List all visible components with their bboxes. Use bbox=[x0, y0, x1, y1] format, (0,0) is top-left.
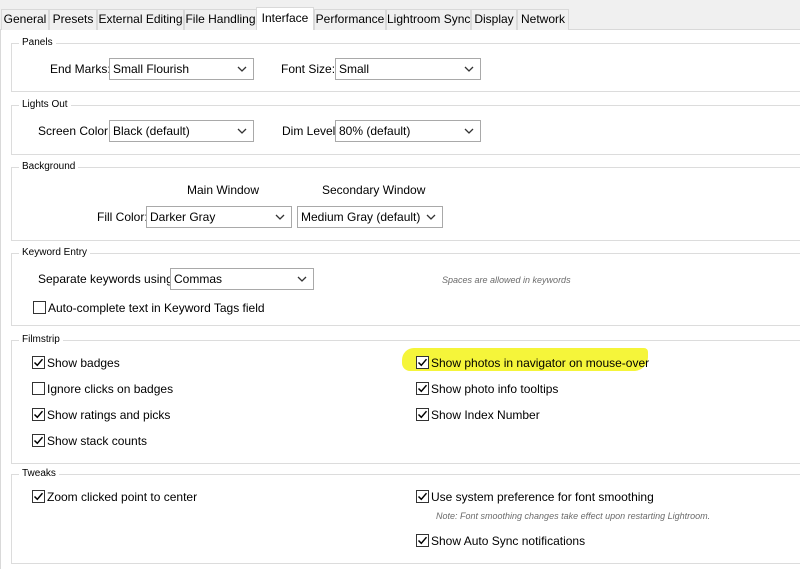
main-window-label: Main Window bbox=[187, 183, 260, 197]
checkmark-icon bbox=[33, 358, 44, 367]
checkmark-icon bbox=[33, 492, 44, 501]
secondary-window-label: Secondary Window bbox=[322, 183, 426, 197]
end-marks-label: End Marks: bbox=[50, 62, 111, 76]
spaces-allowed-hint: Spaces are allowed in keywords bbox=[442, 275, 571, 285]
chevron-down-icon bbox=[275, 214, 285, 220]
show-photos-in-navigator-checkbox[interactable] bbox=[416, 356, 429, 369]
tab-file-handling[interactable]: File Handling bbox=[184, 9, 257, 30]
checkmark-icon bbox=[417, 536, 428, 545]
keyword-entry-group: Keyword Entry Separate keywords using: C… bbox=[11, 246, 800, 326]
autocomplete-keyword-tags-label: Auto-complete text in Keyword Tags field bbox=[48, 301, 265, 315]
lights-out-group-title: Lights Out bbox=[19, 98, 71, 112]
tab-performance[interactable]: Performance bbox=[314, 9, 386, 30]
tab-general[interactable]: General bbox=[1, 9, 49, 30]
show-photo-info-tooltips-label: Show photo info tooltips bbox=[431, 382, 559, 396]
show-index-number-checkbox[interactable] bbox=[416, 408, 429, 421]
auto-sync-notifications-checkbox[interactable] bbox=[416, 534, 429, 547]
fill-color-label: Fill Color: bbox=[97, 210, 148, 224]
checkmark-icon bbox=[417, 492, 428, 501]
show-badges-checkbox[interactable] bbox=[32, 356, 45, 369]
dim-level-label: Dim Level: bbox=[282, 124, 339, 138]
checkmark-icon bbox=[33, 436, 44, 445]
separate-keywords-dropdown[interactable]: Commas bbox=[170, 268, 314, 290]
auto-sync-notifications-label: Show Auto Sync notifications bbox=[431, 534, 586, 548]
show-photos-in-navigator-label: Show photos in navigator on mouse-over bbox=[431, 356, 650, 370]
background-group: Background Main Window Secondary Window … bbox=[11, 160, 800, 241]
dim-level-value: 80% (default) bbox=[339, 124, 411, 138]
screen-color-dropdown[interactable]: Black (default) bbox=[109, 120, 254, 142]
secondary-window-fill-dropdown[interactable]: Medium Gray (default) bbox=[297, 206, 443, 228]
tab-presets[interactable]: Presets bbox=[49, 9, 97, 30]
font-smoothing-note: Note: Font smoothing changes take effect… bbox=[436, 511, 711, 521]
tweaks-group-title: Tweaks bbox=[19, 467, 59, 481]
tab-lightroom-sync[interactable]: Lightroom Sync bbox=[386, 9, 471, 30]
zoom-clicked-point-checkbox[interactable] bbox=[32, 490, 45, 503]
font-size-dropdown[interactable]: Small bbox=[335, 58, 481, 80]
checkmark-icon bbox=[417, 410, 428, 419]
chevron-down-icon bbox=[237, 128, 247, 134]
tab-external-editing[interactable]: External Editing bbox=[97, 9, 184, 30]
dim-level-dropdown[interactable]: 80% (default) bbox=[335, 120, 481, 142]
show-ratings-and-picks-checkbox[interactable] bbox=[32, 408, 45, 421]
panels-group: Panels End Marks: Small Flourish Font Si… bbox=[11, 36, 800, 92]
chevron-down-icon bbox=[426, 214, 436, 220]
end-marks-value: Small Flourish bbox=[113, 62, 190, 76]
show-ratings-and-picks-label: Show ratings and picks bbox=[47, 408, 171, 422]
main-window-fill-value: Darker Gray bbox=[150, 210, 216, 224]
interface-preferences-panel: Panels End Marks: Small Flourish Font Si… bbox=[0, 30, 800, 569]
screen-color-label: Screen Color: bbox=[38, 124, 112, 138]
system-font-smoothing-label: Use system preference for font smoothing bbox=[431, 490, 654, 504]
show-badges-label: Show badges bbox=[47, 356, 120, 370]
ignore-clicks-on-badges-checkbox[interactable] bbox=[32, 382, 45, 395]
tab-display[interactable]: Display bbox=[471, 9, 517, 30]
end-marks-dropdown[interactable]: Small Flourish bbox=[109, 58, 254, 80]
show-index-number-label: Show Index Number bbox=[431, 408, 540, 422]
separate-keywords-value: Commas bbox=[174, 272, 223, 286]
tab-interface[interactable]: Interface bbox=[256, 7, 314, 30]
preferences-tab-bar: General Presets External Editing File Ha… bbox=[0, 0, 800, 30]
main-window-fill-dropdown[interactable]: Darker Gray bbox=[146, 206, 292, 228]
chevron-down-icon bbox=[464, 128, 474, 134]
ignore-clicks-on-badges-label: Ignore clicks on badges bbox=[47, 382, 174, 396]
font-size-label: Font Size: bbox=[281, 62, 336, 76]
checkmark-icon bbox=[33, 410, 44, 419]
separate-keywords-label: Separate keywords using: bbox=[38, 272, 177, 286]
zoom-clicked-point-label: Zoom clicked point to center bbox=[47, 490, 198, 504]
chevron-down-icon bbox=[464, 66, 474, 72]
chevron-down-icon bbox=[237, 66, 247, 72]
system-font-smoothing-checkbox[interactable] bbox=[416, 490, 429, 503]
keyword-entry-group-title: Keyword Entry bbox=[19, 246, 91, 260]
panels-group-title: Panels bbox=[19, 36, 56, 50]
secondary-window-fill-value: Medium Gray (default) bbox=[301, 210, 421, 224]
show-stack-counts-checkbox[interactable] bbox=[32, 434, 45, 447]
chevron-down-icon bbox=[297, 276, 307, 282]
lights-out-group: Lights Out Screen Color: Black (default)… bbox=[11, 98, 800, 155]
font-size-value: Small bbox=[339, 62, 370, 76]
show-stack-counts-label: Show stack counts bbox=[47, 434, 148, 448]
tab-network[interactable]: Network bbox=[517, 9, 569, 30]
background-group-title: Background bbox=[19, 160, 79, 174]
checkmark-icon bbox=[417, 384, 428, 393]
show-photo-info-tooltips-checkbox[interactable] bbox=[416, 382, 429, 395]
autocomplete-keyword-tags-checkbox[interactable] bbox=[33, 301, 46, 314]
filmstrip-group-title: Filmstrip bbox=[19, 333, 63, 347]
screen-color-value: Black (default) bbox=[113, 124, 190, 138]
checkmark-icon bbox=[417, 358, 428, 367]
